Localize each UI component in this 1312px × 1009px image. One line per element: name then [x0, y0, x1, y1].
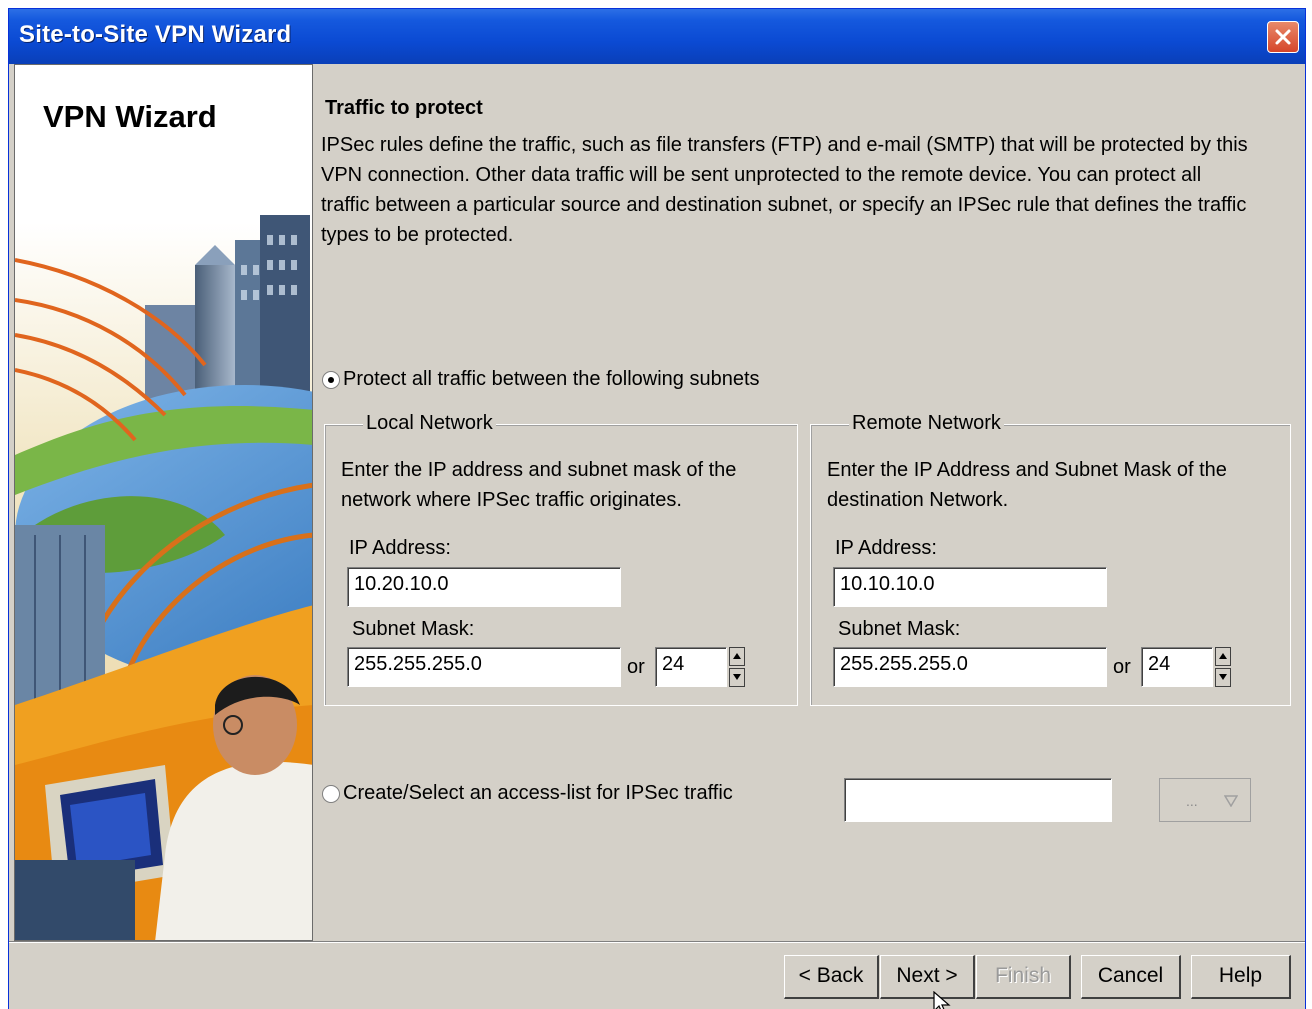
local-network-group: Local Network Enter the IP address and s… — [324, 412, 798, 706]
title-bar[interactable]: Site-to-Site VPN Wizard — [9, 9, 1305, 64]
access-list-select-label: ... — [1186, 793, 1198, 809]
local-prefix-spinner[interactable] — [729, 647, 745, 687]
button-divider — [9, 941, 1305, 943]
spin-down-icon[interactable] — [1215, 668, 1231, 687]
remote-network-group: Remote Network Enter the IP Address and … — [810, 412, 1291, 706]
page-heading: Traffic to protect — [325, 97, 483, 119]
local-network-help: Enter the IP address and subnet mask of … — [341, 459, 737, 511]
remote-network-legend: Remote Network — [849, 412, 1004, 435]
access-list-input[interactable] — [844, 778, 1112, 822]
close-icon — [1275, 29, 1291, 45]
spin-down-icon[interactable] — [729, 668, 745, 687]
window-title: Site-to-Site VPN Wizard — [19, 21, 292, 48]
remote-or-label: or — [1113, 656, 1131, 678]
cancel-button[interactable]: Cancel — [1081, 955, 1181, 999]
radio-access-list-label[interactable]: Create/Select an access-list for IPSec t… — [343, 782, 733, 805]
remote-prefix-spinner[interactable] — [1215, 647, 1231, 687]
spin-up-icon[interactable] — [729, 647, 745, 666]
local-prefix-input[interactable]: 24 — [655, 647, 727, 687]
vpn-wizard-window: Site-to-Site VPN Wizard VPN Wizard Traff… — [8, 8, 1306, 1009]
finish-button[interactable]: Finish — [976, 955, 1071, 999]
remote-mask-input[interactable]: 255.255.255.0 — [833, 647, 1107, 687]
local-ip-input[interactable]: 10.20.10.0 — [347, 567, 621, 607]
radio-protect-subnets-label[interactable]: Protect all traffic between the followin… — [343, 368, 760, 391]
local-mask-label: Subnet Mask: — [352, 618, 475, 640]
local-network-legend: Local Network — [363, 412, 496, 435]
page-description: IPSec rules define the traffic, such as … — [321, 134, 1248, 246]
spin-up-icon[interactable] — [1215, 647, 1231, 666]
mouse-pointer-icon — [933, 991, 951, 1009]
radio-access-list[interactable] — [322, 785, 340, 803]
help-button[interactable]: Help — [1191, 955, 1291, 999]
wizard-sidebar: VPN Wizard — [14, 64, 313, 941]
local-or-label: or — [627, 656, 645, 678]
remote-ip-label: IP Address: — [835, 537, 937, 559]
sidebar-title: VPN Wizard — [43, 99, 217, 134]
next-button[interactable]: Next > — [880, 955, 975, 999]
wizard-content: Traffic to protect IPSec rules define th… — [313, 64, 1303, 941]
remote-network-help: Enter the IP Address and Subnet Mask of … — [827, 459, 1227, 511]
remote-mask-label: Subnet Mask: — [838, 618, 961, 640]
wizard-illustration — [15, 65, 312, 940]
remote-prefix-input[interactable]: 24 — [1141, 647, 1213, 687]
local-mask-input[interactable]: 255.255.255.0 — [347, 647, 621, 687]
radio-protect-subnets[interactable] — [322, 371, 340, 389]
dropdown-arrow-icon — [1224, 795, 1238, 807]
back-button[interactable]: < Back — [784, 955, 879, 999]
remote-ip-input[interactable]: 10.10.10.0 — [833, 567, 1107, 607]
close-button[interactable] — [1267, 21, 1299, 53]
local-ip-label: IP Address: — [349, 537, 451, 559]
access-list-select-button[interactable]: ... — [1159, 778, 1251, 822]
